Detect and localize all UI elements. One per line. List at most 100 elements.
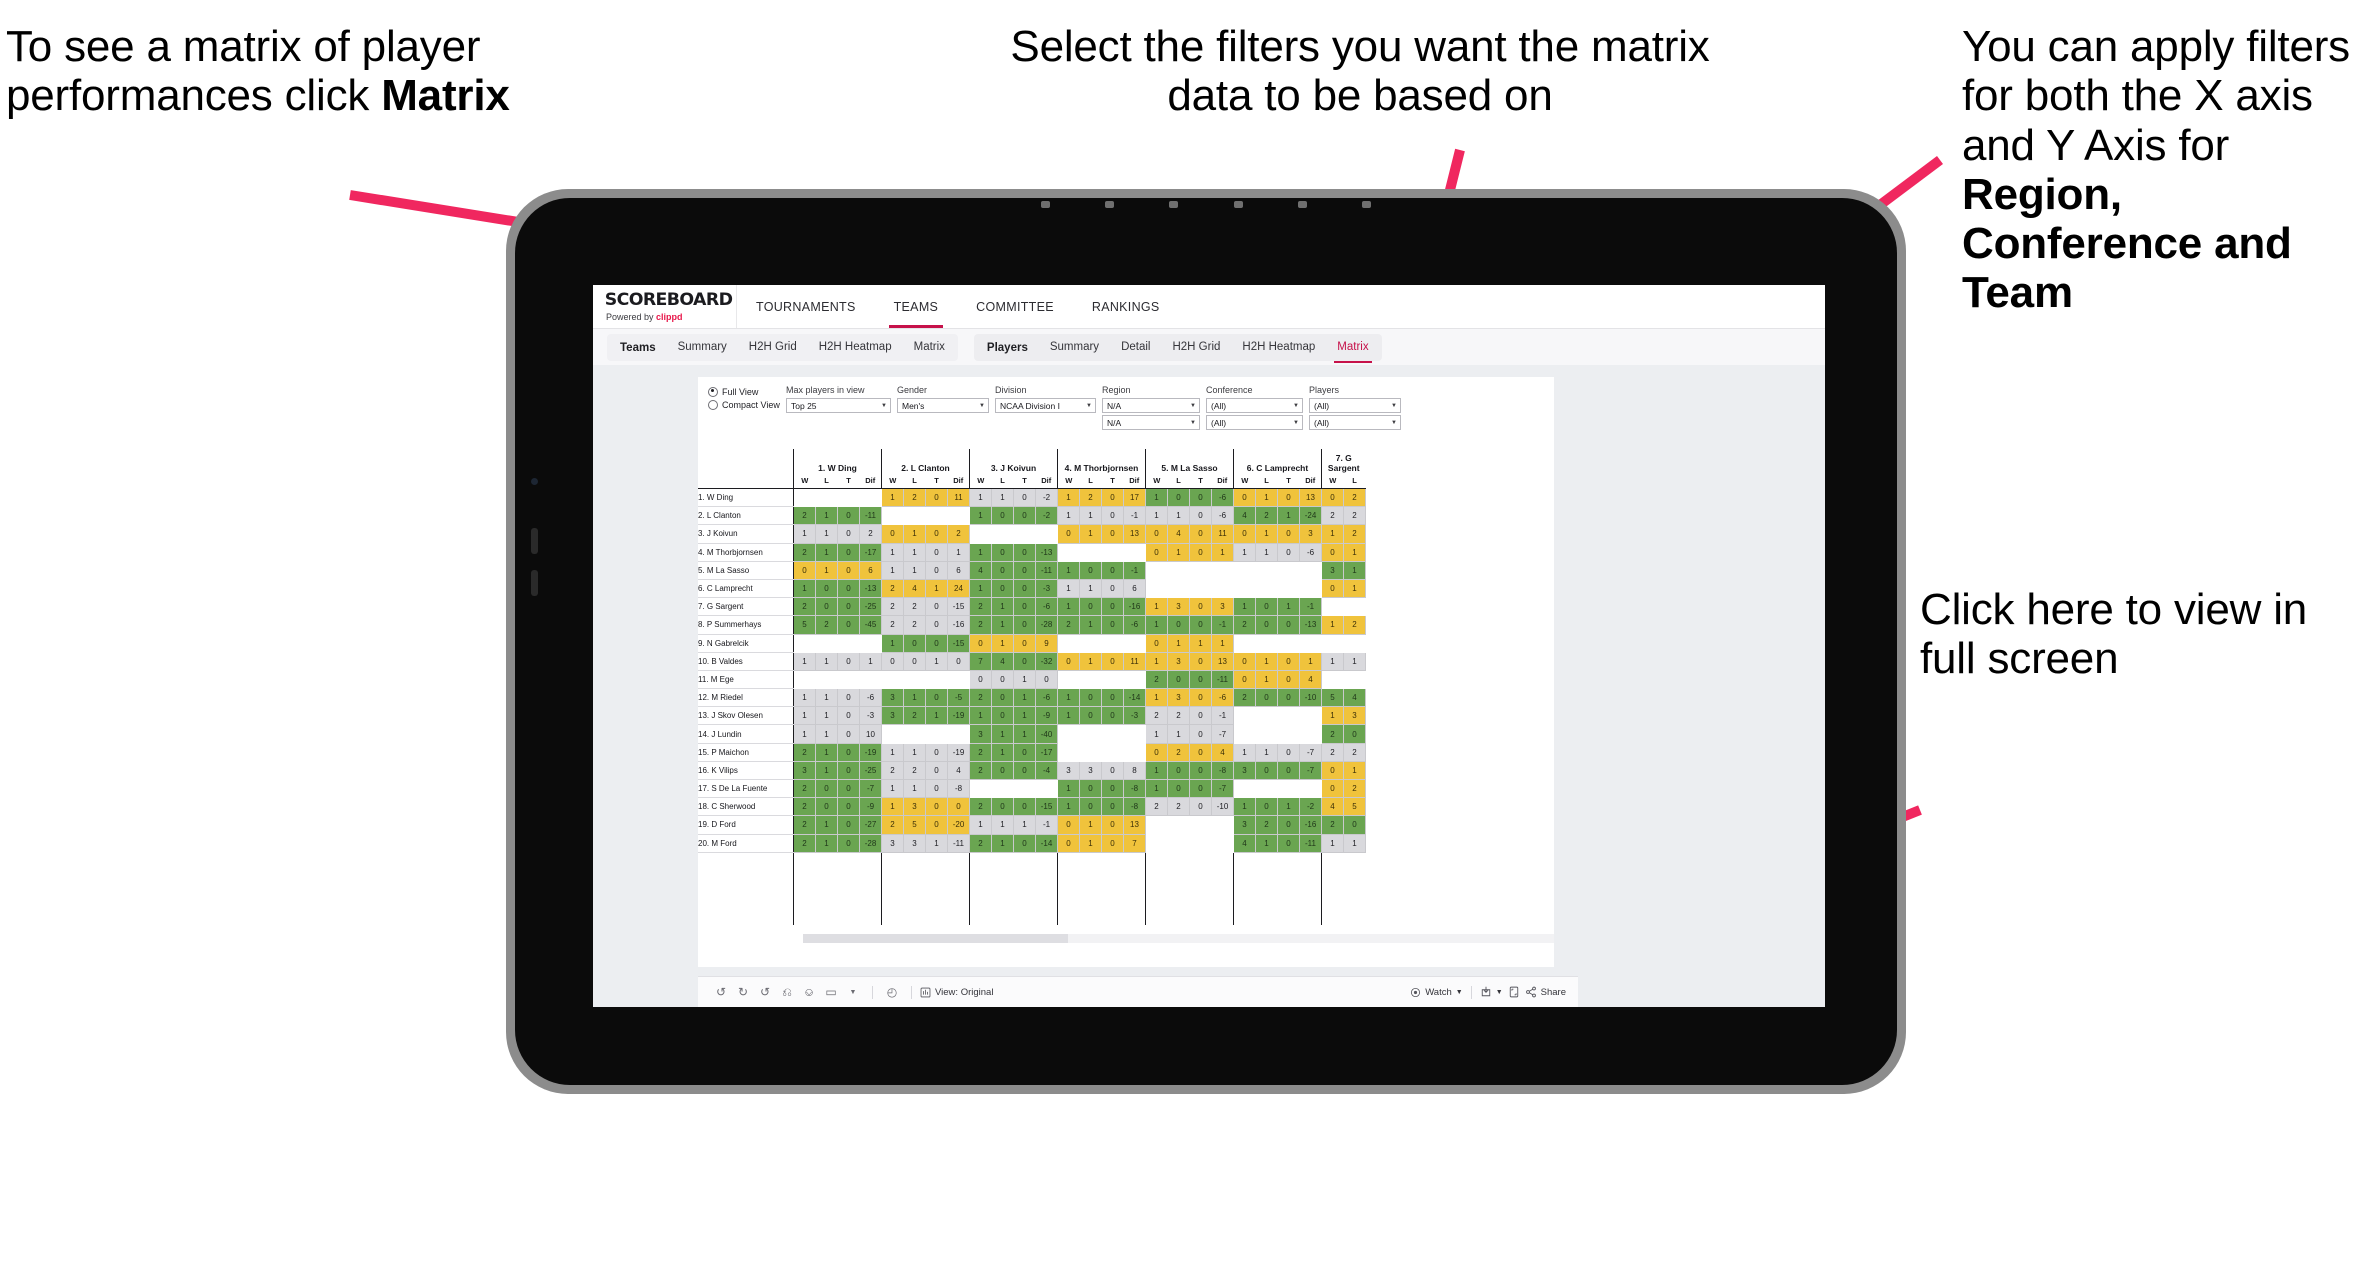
matrix-cell[interactable]: 2 [793,597,816,617]
matrix-cell[interactable]: 0 [1189,651,1212,671]
matrix-cell[interactable]: -7 [1211,724,1234,744]
matrix-cell[interactable]: 0 [1255,615,1278,635]
matrix-cell[interactable]: 13 [1123,524,1146,544]
matrix-cell[interactable]: 2 [793,833,816,853]
matrix-cell[interactable]: 2 [793,815,816,835]
matrix-cell[interactable]: 0 [1189,506,1212,526]
matrix-cell[interactable]: 1 [1277,797,1300,817]
matrix-cell[interactable]: 0 [1189,724,1212,744]
matrix-cell[interactable]: 1 [815,815,838,835]
matrix-cell[interactable]: -11 [1299,833,1322,853]
matrix-cell[interactable]: 0 [991,760,1014,781]
top-nav-teams[interactable]: TEAMS [875,286,958,328]
matrix-cell[interactable]: 2 [969,597,992,617]
matrix-cell[interactable]: 7 [969,651,992,671]
matrix-cell[interactable]: 1 [991,815,1014,835]
select-conference-x[interactable]: (All) ▼ [1206,398,1303,413]
matrix-cell[interactable]: 1 [859,651,882,671]
matrix-cell[interactable]: 1 [1211,542,1234,562]
matrix-cell[interactable]: 0 [837,597,860,617]
matrix-cell[interactable]: 0 [1013,506,1036,526]
matrix-cell[interactable]: -17 [859,542,882,562]
matrix-cell[interactable]: 1 [991,615,1014,635]
matrix-cell[interactable]: 2 [903,487,926,508]
matrix-cell[interactable]: 0 [947,797,970,817]
matrix-cell[interactable]: 3 [1211,597,1234,617]
matrix-cell[interactable]: -13 [1035,542,1058,562]
matrix-cell[interactable]: 0 [991,506,1014,526]
matrix-cell[interactable]: 3 [793,760,816,781]
matrix-cell[interactable]: 2 [969,833,992,853]
download-button[interactable]: ▼ [1480,986,1503,998]
matrix-cell[interactable]: 0 [1189,706,1212,726]
matrix-cell[interactable]: 0 [1101,597,1124,617]
matrix-cell[interactable]: 1 [1167,542,1190,562]
top-nav-rankings[interactable]: RANKINGS [1073,286,1179,328]
matrix-cell[interactable]: 1 [815,760,838,781]
matrix-cell[interactable]: 0 [837,524,860,544]
matrix-cell[interactable]: 0 [837,815,860,835]
matrix-cell[interactable]: 2 [969,760,992,781]
matrix-cell[interactable]: -15 [1035,797,1058,817]
matrix-cell[interactable]: 0 [1189,760,1212,781]
matrix-cell[interactable]: 0 [1101,487,1124,508]
matrix-cell[interactable]: 2 [1343,524,1366,544]
matrix-cell[interactable]: 24 [947,578,970,599]
watch-button[interactable]: Watch ▼ [1410,987,1463,998]
matrix-cell[interactable]: 2 [969,797,992,817]
matrix-cell[interactable]: 0 [903,651,926,671]
matrix-cell[interactable]: 0 [1255,760,1278,781]
matrix-cell[interactable]: -20 [947,815,970,835]
matrix-cell[interactable]: 2 [903,706,926,726]
tab-teams-summary[interactable]: Summary [667,334,738,361]
matrix-cell[interactable]: 0 [1233,487,1256,508]
matrix-cell[interactable]: 0 [1189,597,1212,617]
alerts-icon[interactable]: ◴ [881,985,903,999]
matrix-cell[interactable]: 0 [837,833,860,853]
matrix-cell[interactable]: 0 [1101,706,1124,726]
matrix-cell[interactable]: 0 [925,597,948,617]
matrix-cell[interactable]: 1 [793,688,816,708]
matrix-cell[interactable]: 0 [1167,778,1190,799]
matrix-cell[interactable]: -15 [947,633,970,653]
matrix-cell[interactable]: 1 [1057,597,1080,617]
matrix-cell[interactable]: 1 [793,651,816,671]
matrix-cell[interactable]: 0 [1079,797,1102,817]
matrix-cell[interactable]: 0 [925,797,948,817]
matrix-cell[interactable]: 2 [1343,742,1366,762]
matrix-cell[interactable]: 0 [925,633,948,653]
matrix-cell[interactable]: 2 [903,615,926,635]
horizontal-scrollbar-thumb[interactable] [803,934,1068,943]
matrix-cell[interactable]: 1 [1255,651,1278,671]
matrix-cell[interactable]: 0 [1321,778,1344,799]
matrix-cell[interactable]: -9 [1035,706,1058,726]
matrix-cell[interactable]: 0 [1145,742,1168,762]
matrix-cell[interactable]: 0 [1101,833,1124,853]
matrix-cell[interactable]: 0 [1013,833,1036,853]
matrix-cell[interactable]: 0 [1013,633,1036,653]
matrix-cell[interactable]: -6 [1211,487,1234,508]
matrix-cell[interactable]: 0 [1321,760,1344,781]
matrix-cell[interactable]: 0 [969,633,992,653]
matrix-cell[interactable]: 1 [815,651,838,671]
matrix-cell[interactable]: 1 [969,506,992,526]
matrix-cell[interactable]: 1 [815,742,838,762]
matrix-cell[interactable]: -7 [1299,742,1322,762]
matrix-cell[interactable]: 2 [859,524,882,544]
matrix-cell[interactable]: -6 [1299,542,1322,562]
matrix-cell[interactable]: 0 [815,578,838,599]
matrix-cell[interactable]: -3 [859,706,882,726]
matrix-cell[interactable]: -2 [1299,797,1322,817]
matrix-cell[interactable]: 5 [1343,797,1366,817]
matrix-cell[interactable]: 0 [1101,760,1124,781]
matrix-cell[interactable]: 1 [1343,651,1366,671]
matrix-cell[interactable]: 0 [1277,524,1300,544]
matrix-cell[interactable]: -13 [859,578,882,599]
matrix-cell[interactable]: 1 [1343,760,1366,781]
matrix-cell[interactable]: 0 [991,669,1014,690]
matrix-cell[interactable]: -32 [1035,651,1058,671]
matrix-cell[interactable]: 0 [991,688,1014,708]
matrix-cell[interactable]: 0 [1079,778,1102,799]
matrix-cell[interactable]: 3 [881,833,904,853]
matrix-cell[interactable]: 0 [1013,742,1036,762]
